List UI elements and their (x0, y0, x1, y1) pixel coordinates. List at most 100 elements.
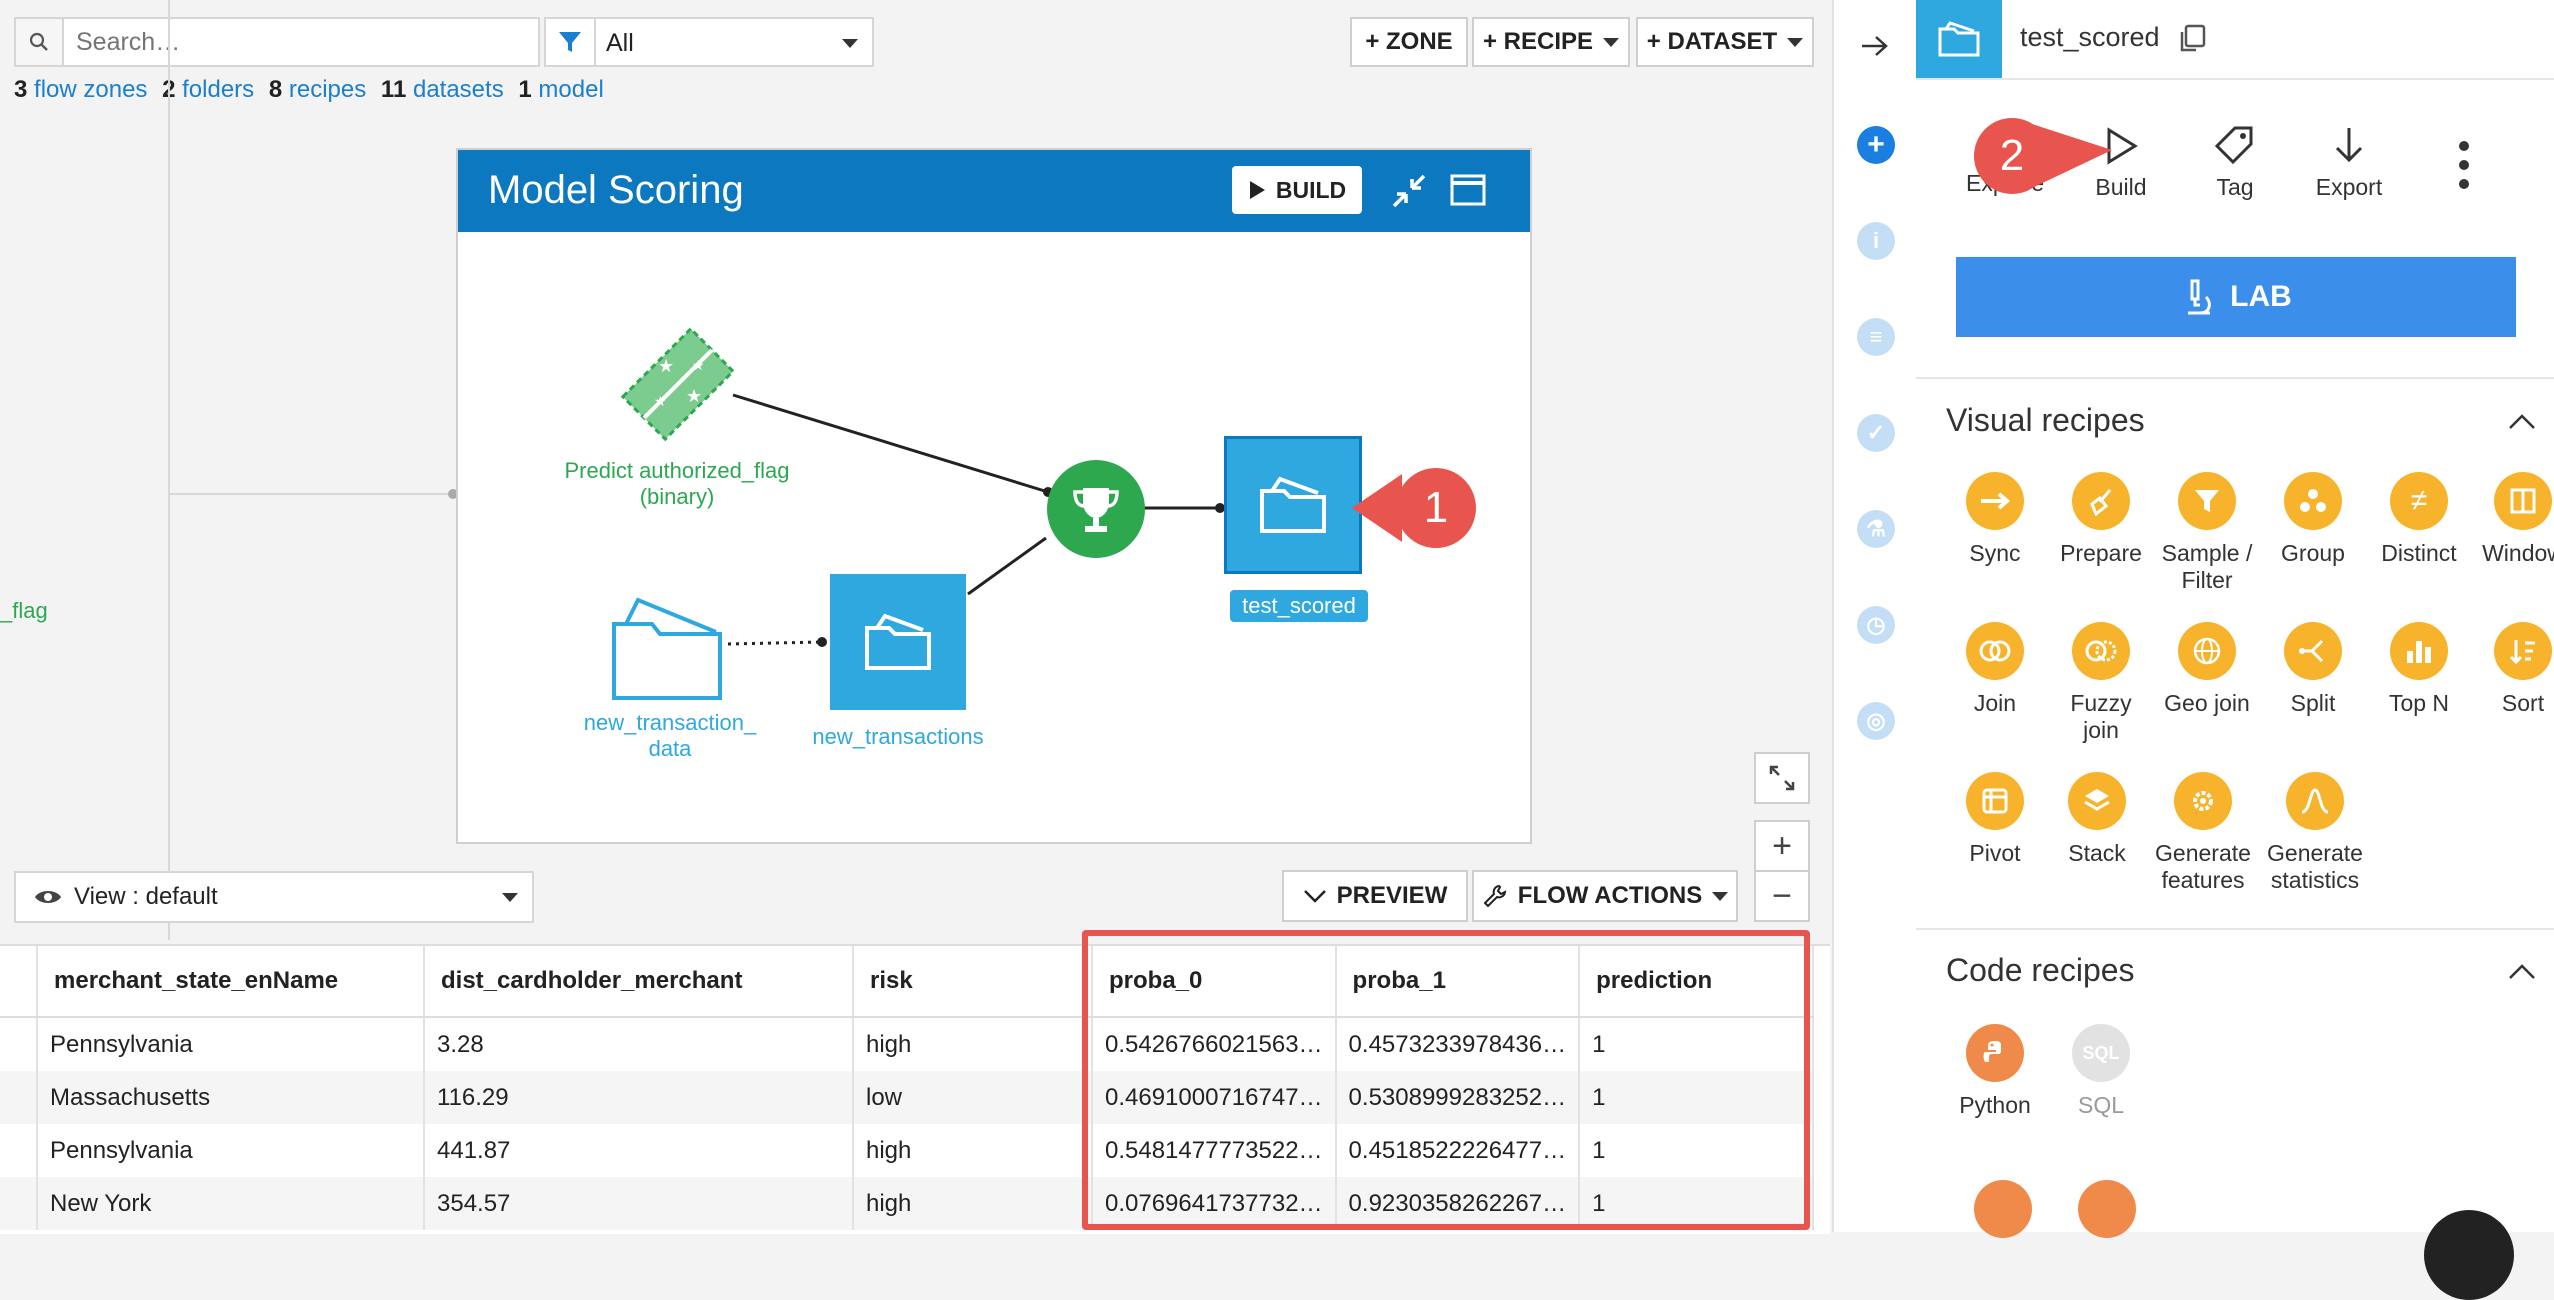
flow-actions-button[interactable]: FLOW ACTIONS (1472, 870, 1738, 922)
dataset-label[interactable]: new_transactions (788, 724, 1008, 750)
list-icon[interactable]: ≡ (1857, 318, 1895, 356)
folder-icon (612, 597, 722, 700)
recipe-geo-join[interactable]: Geo join (2152, 622, 2262, 717)
fuzzy-join-icon (2072, 622, 2130, 680)
python-icon (1966, 1024, 2024, 1082)
add-zone-button[interactable]: + ZONE (1350, 17, 1468, 67)
offscreen-node-label[interactable]: _flag (0, 598, 48, 624)
dataset-folder-icon (1260, 476, 1326, 533)
model-label[interactable]: Predict authorized_flag (binary) (542, 458, 812, 510)
model-icon: ★ ★ ★ ★ (620, 326, 736, 442)
microscope-icon (2188, 279, 2212, 315)
clock-icon[interactable]: ◷ (1857, 606, 1895, 644)
svg-text:★: ★ (686, 386, 702, 406)
svg-text:★: ★ (692, 357, 705, 373)
add-dataset-button[interactable]: + DATASET (1636, 17, 1814, 67)
flow-zone: Model Scoring BUILD ★ ★ ★ ★ Predict auth… (456, 148, 1532, 844)
group-icon (2284, 472, 2342, 530)
recipe-pivot[interactable]: Pivot (1940, 772, 2050, 867)
view-select[interactable]: View : default (14, 871, 534, 923)
folder-label[interactable]: new_transaction_ data (570, 710, 770, 762)
folders-link[interactable]: folders (182, 76, 254, 103)
filter-select[interactable]: All (594, 17, 874, 67)
lab-icon[interactable]: ⚗ (1857, 510, 1895, 548)
split-icon (2284, 622, 2342, 680)
output-dataset-node[interactable] (1224, 436, 1362, 574)
recipe-top-n[interactable]: Top N (2364, 622, 2474, 717)
more-options-icon[interactable] (2458, 140, 2470, 195)
add-recipe-button[interactable]: + RECIPE (1472, 17, 1630, 67)
recipes-link[interactable]: recipes (289, 76, 366, 103)
stack-icon (2068, 772, 2126, 830)
collapse-panel-icon[interactable] (1860, 34, 1890, 63)
check-icon[interactable]: ✓ (1857, 414, 1895, 452)
flow-zones-link[interactable]: flow zones (34, 76, 147, 103)
info-icon[interactable]: i (1857, 222, 1895, 260)
row-number-header (0, 946, 38, 1018)
callout-two: 2 (1999, 131, 2025, 180)
dataset-node[interactable] (830, 574, 966, 710)
tag-action[interactable]: Tag (2180, 124, 2290, 201)
tag-icon (2214, 126, 2253, 165)
recipe-fuzzy-join[interactable]: Fuzzy join (2046, 622, 2156, 744)
svg-text:★: ★ (658, 356, 674, 376)
preview-button[interactable]: PREVIEW (1282, 870, 1468, 922)
chevron-down-icon (1787, 37, 1804, 47)
recipe-join[interactable]: Join (1940, 622, 2050, 717)
spark-sql-icon[interactable] (1974, 1180, 2032, 1238)
recipe-generate-statistics[interactable]: Generate statistics (2260, 772, 2370, 894)
search-input[interactable] (66, 19, 536, 65)
recipe-split[interactable]: Split (2258, 622, 2368, 717)
recipe-sample-filter[interactable]: Sample / Filter (2152, 472, 2262, 594)
recipe-stack[interactable]: Stack (2042, 772, 2152, 867)
right-icon-sidebar: + i ≡ ✓ ⚗ ◷ ◎ (1832, 0, 1920, 1232)
filter-icon[interactable] (544, 17, 596, 67)
recipe-group[interactable]: Group (2258, 472, 2368, 567)
chevron-down-icon (1712, 891, 1729, 901)
output-dataset-label[interactable]: test_scored (1230, 590, 1368, 622)
pyspark-icon[interactable] (2078, 1180, 2136, 1238)
search-box[interactable] (14, 17, 540, 67)
model-node[interactable]: ★ ★ ★ ★ (608, 314, 748, 459)
recipe-prepare[interactable]: Prepare (2046, 472, 2156, 567)
gear-icon (2174, 772, 2232, 830)
column-header[interactable]: dist_cardholder_merchant (424, 946, 854, 1018)
lab-button[interactable]: LAB (1956, 257, 2516, 337)
recipe-generate-features[interactable]: Generate features (2148, 772, 2258, 894)
help-button[interactable] (2424, 1210, 2514, 1300)
chevron-up-icon[interactable] (2508, 962, 2536, 985)
highlight-box (1082, 930, 1810, 1230)
fit-view-button[interactable] (1754, 752, 1810, 804)
dataset-folder-icon (865, 613, 931, 670)
bell-curve-icon (2286, 772, 2344, 830)
export-action[interactable]: Export (2294, 124, 2404, 201)
datasets-link[interactable]: datasets (413, 76, 504, 103)
chevron-up-icon[interactable] (2508, 412, 2536, 435)
column-header[interactable]: risk (853, 946, 1093, 1018)
pivot-icon (1966, 772, 2024, 830)
recipe-window[interactable]: Window (2468, 472, 2554, 567)
scoring-recipe-node[interactable] (1047, 460, 1145, 558)
zoom-in-button[interactable]: + (1754, 820, 1810, 872)
chevron-down-icon (1603, 37, 1620, 47)
recipe-sort[interactable]: Sort (2468, 622, 2554, 717)
recipe-distinct[interactable]: ≠ Distinct (2364, 472, 2474, 567)
add-icon[interactable]: + (1857, 126, 1895, 164)
zoom-out-button[interactable]: − (1754, 870, 1810, 922)
divider (1916, 928, 2554, 930)
recipe-sync[interactable]: Sync (1940, 472, 2050, 567)
folder-node[interactable] (608, 594, 728, 709)
models-link[interactable]: model (538, 76, 603, 103)
chat-icon[interactable]: ◎ (1857, 702, 1895, 740)
recipe-python[interactable]: Python (1940, 1024, 2050, 1119)
panel-header: test_scored (1916, 0, 2554, 80)
recipe-sql[interactable]: SQL SQL (2046, 1024, 2156, 1119)
right-panel: test_scored Explore Build Tag Export 2 L… (1916, 0, 2554, 1300)
divider (1916, 377, 2554, 379)
dataset-icon (1916, 0, 2002, 78)
column-header[interactable]: merchant_state_enName (37, 946, 425, 1018)
flow-stats: 3 flow zones 2 folders 8 recipes 11 data… (14, 76, 604, 103)
chevron-down-icon (842, 39, 858, 48)
copy-icon[interactable] (2178, 24, 2206, 59)
filter-icon (2178, 472, 2236, 530)
